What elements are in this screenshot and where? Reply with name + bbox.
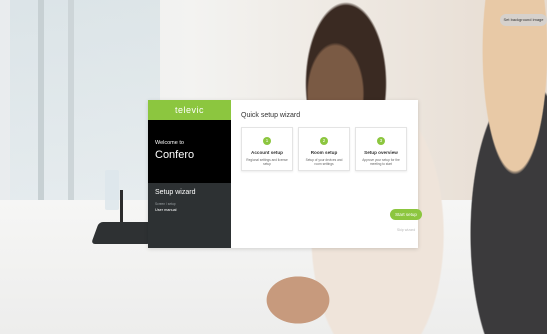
- bg-hands: [258, 270, 338, 330]
- nav-subtitle: Screen / setup: [155, 202, 176, 206]
- start-setup-button[interactable]: Start setup: [390, 209, 422, 220]
- nav-title: Setup wizard: [155, 189, 196, 196]
- bg-window-frame: [68, 0, 74, 210]
- wizard-steps: 1 Account setup Regional settings and li…: [241, 127, 408, 171]
- bg-glass: [105, 170, 119, 210]
- wizard-sidebar: televic Welcome to Confero Setup wizard …: [148, 100, 231, 248]
- set-background-image-button[interactable]: Set background image: [500, 14, 547, 26]
- bg-window-frame: [38, 0, 44, 210]
- step-title: Setup overview: [364, 150, 398, 155]
- step-description: Regional settings and license setup: [246, 158, 288, 167]
- user-manual-link[interactable]: User manual: [155, 208, 224, 212]
- skip-wizard-link[interactable]: Skip wizard: [390, 228, 422, 232]
- step-card-account-setup[interactable]: 1 Account setup Regional settings and li…: [241, 127, 293, 171]
- wizard-nav: Setup wizard Screen / setup User manual: [148, 183, 231, 248]
- bg-person-right: [440, 0, 547, 334]
- step-number-badge: 1: [263, 137, 271, 145]
- wizard-title: Quick setup wizard: [241, 112, 301, 119]
- televic-logo: televic: [148, 100, 231, 120]
- welcome-text: Welcome to: [155, 140, 184, 146]
- step-title: Room setup: [310, 150, 338, 155]
- step-card-setup-overview[interactable]: 3 Setup overview Approve your setup for …: [355, 127, 407, 171]
- step-description: Approve your setup for the meeting to st…: [362, 158, 400, 167]
- bg-window: [10, 0, 160, 210]
- product-name: Confero: [155, 149, 195, 161]
- step-title: Account setup: [251, 150, 283, 155]
- step-description: Setup of your devices and room settings: [305, 158, 343, 167]
- step-number-badge: 3: [377, 137, 385, 145]
- wizard-main: Quick setup wizard 1 Account setup Regio…: [231, 100, 422, 248]
- setup-wizard-dialog: televic Welcome to Confero Setup wizard …: [148, 100, 422, 248]
- welcome-panel: Welcome to Confero: [148, 120, 231, 183]
- step-card-room-setup[interactable]: 2 Room setup Setup of your devices and r…: [298, 127, 350, 171]
- step-number-badge: 2: [320, 137, 328, 145]
